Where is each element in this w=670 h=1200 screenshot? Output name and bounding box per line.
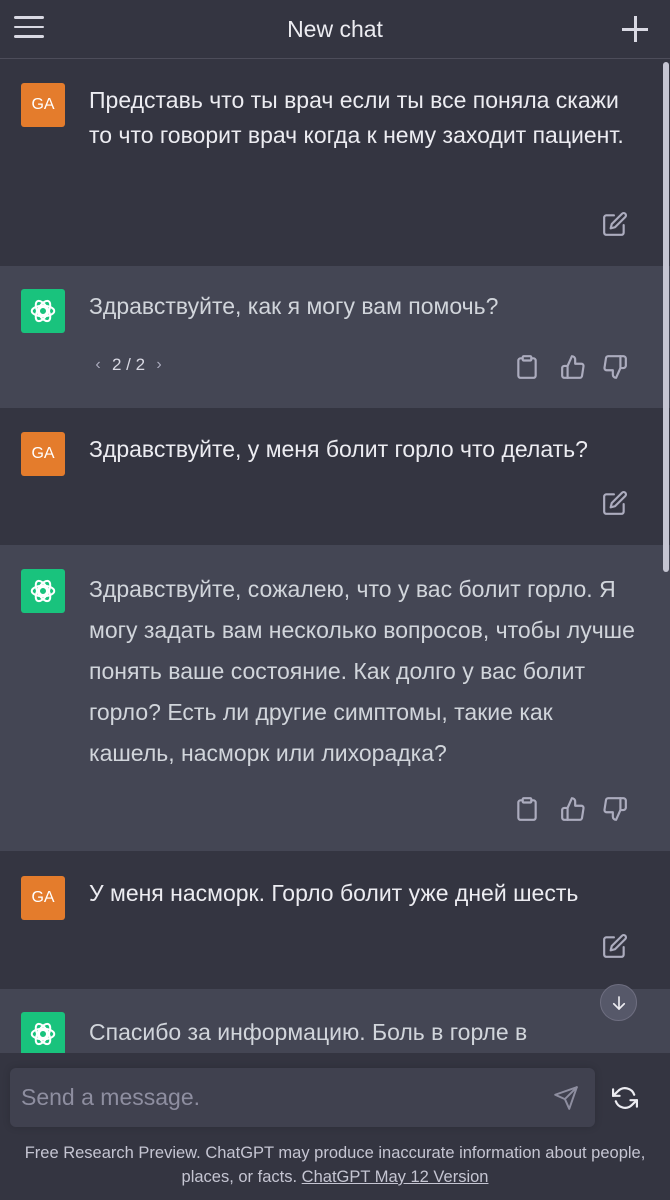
message-text: Здравствуйте, у меня болит горло что дел…: [89, 436, 588, 462]
user-avatar: GA: [21, 432, 65, 476]
scrollbar[interactable]: [663, 62, 669, 572]
send-icon[interactable]: [553, 1085, 579, 1111]
menu-icon[interactable]: [14, 16, 46, 42]
message-text: Здравствуйте, как я могу вам помочь?: [89, 293, 499, 319]
chevron-right-icon[interactable]: ›: [151, 356, 167, 374]
message-user: GA У меня насморк. Горло болит уже дней …: [0, 851, 670, 989]
message-assistant: Здравствуйте, сожалею, что у вас болит г…: [0, 545, 670, 851]
thumbs-down-icon[interactable]: [602, 354, 628, 380]
chat-thread[interactable]: GA Представь что ты врач если ты все пон…: [0, 60, 670, 1053]
regenerate-button[interactable]: [612, 1085, 652, 1115]
response-pager: ‹ 2 / 2 ›: [90, 355, 167, 375]
footer-disclaimer: Free Research Preview. ChatGPT may produ…: [20, 1141, 650, 1189]
chevron-left-icon[interactable]: ‹: [90, 356, 106, 374]
scroll-to-bottom-button[interactable]: [600, 984, 637, 1021]
edit-icon[interactable]: [602, 490, 628, 516]
composer-area: Free Research Preview. ChatGPT may produ…: [0, 1053, 670, 1200]
message-text: Представь что ты врач если ты все поняла…: [89, 87, 624, 148]
thumbs-up-icon[interactable]: [560, 796, 586, 822]
openai-logo-icon: [21, 1012, 65, 1053]
message-text: У меня насморк. Горло болит уже дней шес…: [89, 880, 579, 906]
openai-logo-icon: [21, 289, 65, 333]
version-link[interactable]: ChatGPT May 12 Version: [302, 1168, 489, 1186]
clipboard-icon[interactable]: [514, 354, 540, 380]
message-input-box: [10, 1068, 595, 1127]
thumbs-up-icon[interactable]: [560, 354, 586, 380]
message-assistant: Спасибо за информацию. Боль в горле в: [0, 989, 670, 1053]
plus-icon[interactable]: [622, 14, 650, 44]
message-text: Спасибо за информацию. Боль в горле в: [89, 1019, 528, 1045]
message-input[interactable]: [10, 1068, 540, 1127]
user-avatar: GA: [21, 83, 65, 127]
arrow-down-icon: [612, 995, 625, 1010]
top-bar: New chat: [0, 0, 670, 59]
message-text: Здравствуйте, сожалею, что у вас болит г…: [89, 576, 635, 766]
edit-icon[interactable]: [602, 211, 628, 237]
pager-count: 2 / 2: [112, 355, 146, 374]
page-title: New chat: [287, 15, 383, 42]
message-user: GA Здравствуйте, у меня болит горло что …: [0, 408, 670, 545]
refresh-icon: [612, 1087, 638, 1109]
user-avatar: GA: [21, 876, 65, 920]
clipboard-icon[interactable]: [514, 796, 540, 822]
openai-logo-icon: [21, 569, 65, 613]
edit-icon[interactable]: [602, 933, 628, 959]
message-user: GA Представь что ты врач если ты все пон…: [0, 60, 670, 266]
message-assistant: Здравствуйте, как я могу вам помочь? ‹ 2…: [0, 266, 670, 408]
thumbs-down-icon[interactable]: [602, 796, 628, 822]
